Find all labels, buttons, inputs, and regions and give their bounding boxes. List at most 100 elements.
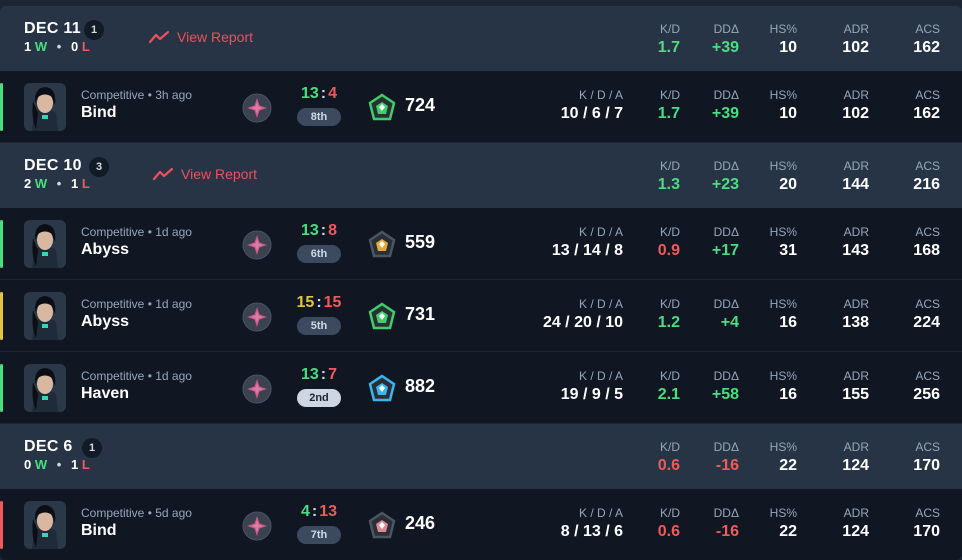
match-row[interactable]: Competitive • 5d ago Bind 4:13 7th 246 K… (0, 489, 962, 560)
loss-label: L (81, 457, 90, 472)
adr-value: 155 (842, 386, 869, 403)
kd-label: K/D (659, 440, 680, 454)
rank-star-icon (242, 302, 272, 332)
view-report-label: View Report (177, 29, 254, 45)
hs-value: 16 (779, 386, 797, 403)
placement-badge: 2nd (297, 389, 341, 407)
day-hs: HS% 10 (737, 21, 797, 58)
acs-value: 170 (913, 523, 940, 540)
match-hs: HS% 16 (737, 368, 797, 405)
kda-stat: K / D / A 19 / 9 / 5 (561, 368, 623, 405)
dd-value: +4 (720, 314, 739, 331)
acs-label: ACS (915, 369, 940, 383)
loss-label: L (81, 176, 90, 191)
hs-label: HS% (769, 225, 797, 239)
wins-count: 1 (24, 39, 32, 54)
view-report-button[interactable]: View Report (149, 29, 253, 45)
match-row[interactable]: Competitive • 1d ago Abyss 13:8 6th 559 … (0, 208, 962, 280)
match-hs: HS% 31 (737, 224, 797, 261)
hs-value: 20 (779, 176, 797, 193)
win-label: W (34, 457, 48, 472)
result-indicator (0, 292, 3, 340)
kd-value: 0.6 (657, 523, 680, 540)
day-date: DEC 10 (24, 157, 82, 174)
dd-value: +58 (711, 386, 739, 403)
match-acs: ACS 168 (880, 224, 940, 261)
match-acs: ACS 224 (880, 296, 940, 333)
day-dd: DDΔ +39 (679, 21, 739, 58)
match-adr: ADR 143 (809, 224, 869, 261)
kd-label: K/D (659, 369, 680, 383)
trend-chart-icon (149, 30, 169, 44)
acs-label: ACS (915, 88, 940, 102)
kd-label: K/D (659, 159, 680, 173)
adr-value: 144 (842, 176, 869, 193)
result-indicator (0, 364, 3, 412)
adr-label: ADR (843, 225, 869, 239)
kda-stat: K / D / A 13 / 14 / 8 (552, 224, 623, 261)
separator-dot: • (56, 457, 62, 472)
dd-label: DDΔ (713, 88, 739, 102)
match-row[interactable]: Competitive • 3h ago Bind 13:4 8th 724 K… (0, 71, 962, 143)
match-score: 13:8 (300, 222, 338, 239)
match-row[interactable]: Competitive • 1d ago Abyss 15:15 5th 731… (0, 280, 962, 352)
rank-rating: 731 (405, 304, 436, 324)
result-indicator (0, 501, 3, 549)
adr-value: 102 (842, 39, 869, 56)
adr-value: 124 (842, 523, 869, 540)
day-date: DEC 6 (24, 438, 73, 455)
adr-value: 102 (842, 105, 869, 122)
match-kd: K/D 2.1 (620, 368, 680, 405)
rank-rating: 724 (405, 95, 436, 115)
match-adr: ADR 155 (809, 368, 869, 405)
hs-label: HS% (769, 159, 797, 173)
kda-value: 19 / 9 / 5 (560, 386, 623, 403)
kd-value: 0.9 (657, 242, 680, 259)
day-acs: ACS 162 (880, 21, 940, 58)
match-acs: ACS 256 (880, 368, 940, 405)
match-kd: K/D 1.2 (620, 296, 680, 333)
day-hs: HS% 20 (737, 158, 797, 195)
kda-label: K / D / A (578, 225, 623, 239)
losses-count: 0 (70, 39, 79, 54)
adr-label: ADR (843, 440, 869, 454)
win-label: W (34, 176, 48, 191)
hs-label: HS% (769, 440, 797, 454)
kda-label: K / D / A (578, 369, 623, 383)
day-kd: K/D 0.6 (620, 439, 680, 476)
score-enemy: 4 (328, 85, 338, 102)
day-kd: K/D 1.3 (620, 158, 680, 195)
adr-label: ADR (843, 88, 869, 102)
hs-value: 10 (779, 39, 797, 56)
match-row[interactable]: Competitive • 1d ago Haven 13:7 2nd 882 … (0, 352, 962, 424)
match-score: 15:15 (296, 294, 342, 311)
hs-label: HS% (769, 297, 797, 311)
acs-label: ACS (915, 440, 940, 454)
rank-rating: 246 (405, 513, 436, 533)
kd-label: K/D (659, 88, 680, 102)
kda-value: 8 / 13 / 6 (560, 523, 623, 540)
agent-portrait (24, 292, 66, 340)
match-dd: DDΔ +39 (679, 87, 739, 124)
map-name: Haven (81, 385, 130, 402)
kd-value: 2.1 (657, 386, 680, 403)
dd-label: DDΔ (713, 22, 739, 36)
map-name: Abyss (81, 313, 130, 330)
losses-count: 1 (70, 176, 79, 191)
match-acs: ACS 170 (880, 505, 940, 542)
match-mode: Competitive • 1d ago (81, 369, 192, 383)
placement-badge: 8th (297, 108, 341, 126)
acs-label: ACS (915, 506, 940, 520)
match-adr: ADR 138 (809, 296, 869, 333)
dd-label: DDΔ (713, 225, 739, 239)
score-enemy: 13 (319, 503, 338, 520)
score-enemy: 15 (323, 294, 342, 311)
result-indicator (0, 220, 3, 268)
match-adr: ADR 102 (809, 87, 869, 124)
kd-label: K/D (659, 225, 680, 239)
win-loss-summary: 0 W • 1 L (24, 457, 90, 472)
view-report-button[interactable]: View Report (153, 166, 257, 182)
dd-label: DDΔ (713, 297, 739, 311)
acs-label: ACS (915, 297, 940, 311)
loss-label: L (81, 39, 90, 54)
